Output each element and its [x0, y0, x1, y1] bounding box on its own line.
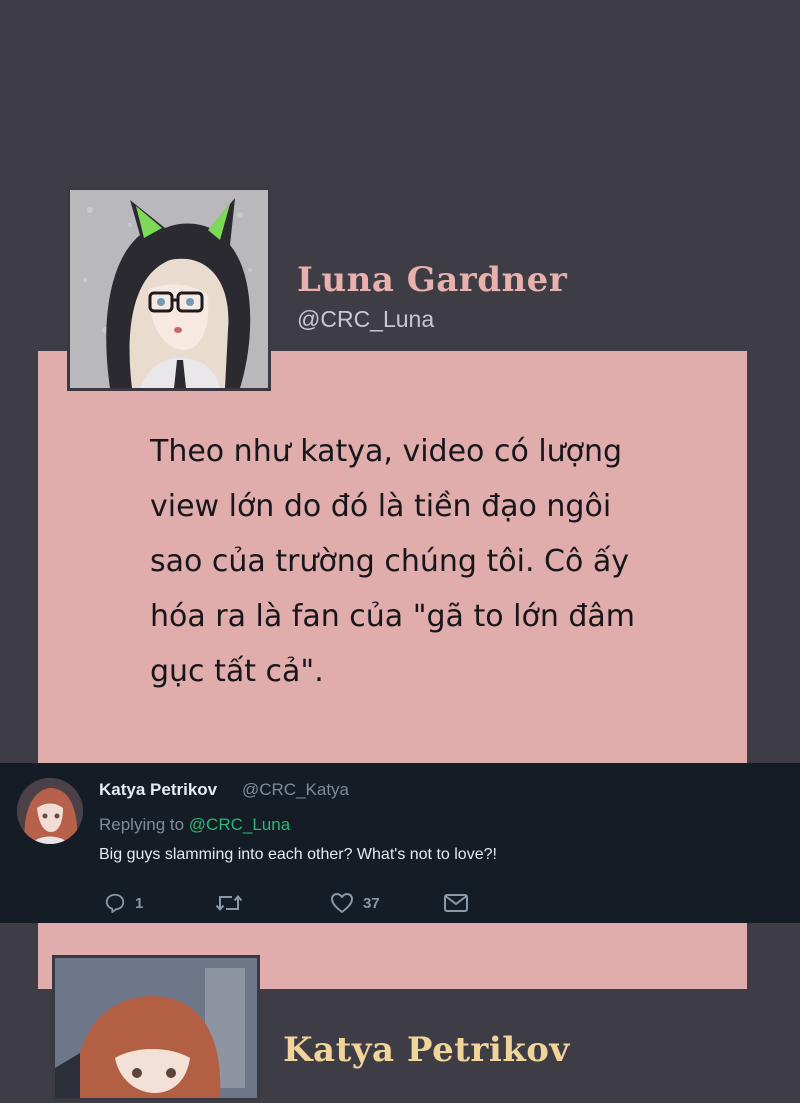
- next-post-author-name[interactable]: Katya Petrikov: [283, 1030, 570, 1070]
- retweet-action[interactable]: [215, 890, 252, 916]
- replying-to-link[interactable]: @CRC_Luna: [189, 815, 290, 834]
- replying-to: Replying to @CRC_Luna: [99, 815, 290, 835]
- post-author-handle[interactable]: @CRC_Luna: [297, 306, 434, 333]
- post-author-name[interactable]: Luna Gardner: [297, 260, 567, 300]
- reply-action[interactable]: 1: [104, 890, 143, 916]
- katya-avatar-illustration: [55, 958, 257, 1098]
- post-message: Theo như katya, video có lượng view lớn …: [150, 434, 636, 689]
- envelope-icon: [444, 894, 468, 912]
- like-count: 37: [363, 894, 380, 912]
- reply-author-name[interactable]: Katya Petrikov: [99, 780, 217, 800]
- reply-author-handle[interactable]: @CRC_Katya: [242, 780, 349, 800]
- heart-icon: [331, 893, 353, 913]
- reply-icon: [105, 893, 125, 914]
- reply-avatar[interactable]: [17, 778, 83, 844]
- katya-avatar-illustration: [17, 778, 83, 844]
- retweet-icon: [215, 894, 243, 912]
- next-post-avatar[interactable]: [55, 958, 257, 1098]
- like-action[interactable]: 37: [330, 890, 380, 916]
- replying-prefix: Replying to: [99, 815, 185, 834]
- luna-avatar[interactable]: [70, 190, 268, 388]
- direct-message-action[interactable]: [443, 890, 469, 916]
- luna-avatar-illustration: [70, 190, 268, 388]
- reply-text: Big guys slamming into each other? What'…: [99, 846, 497, 863]
- reply-count: 1: [135, 894, 144, 912]
